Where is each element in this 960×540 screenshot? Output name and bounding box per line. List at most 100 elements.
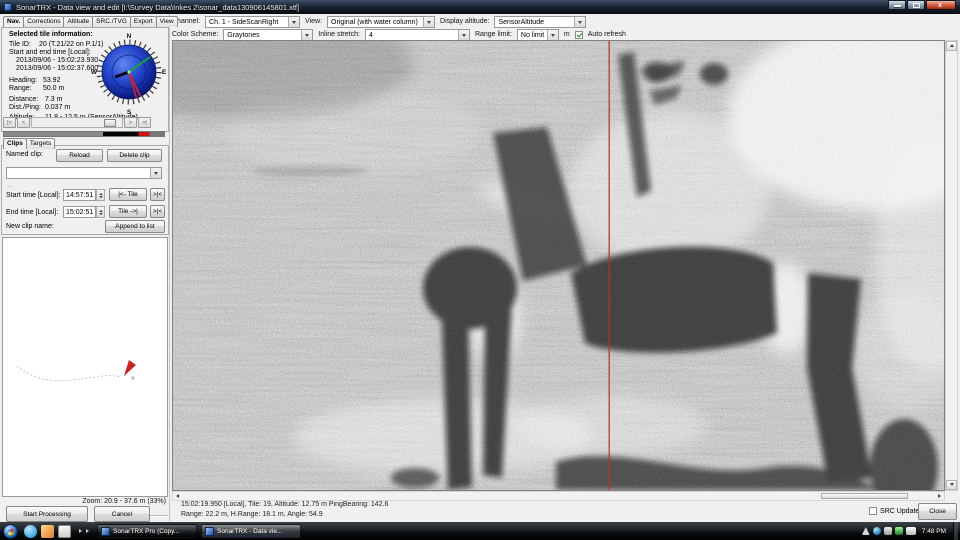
src-update-checkbox[interactable] bbox=[869, 507, 877, 515]
range-unit-label: m bbox=[564, 31, 570, 38]
inline-stretch-value: 4 bbox=[369, 32, 373, 39]
tile-scrollbar[interactable] bbox=[31, 117, 123, 128]
tab-export[interactable]: Export bbox=[130, 16, 157, 27]
track-map-preview[interactable] bbox=[2, 237, 168, 497]
view-select[interactable]: Original (with water column) bbox=[327, 16, 435, 28]
horizontal-scrollbar-thumb[interactable] bbox=[821, 493, 908, 499]
channel-value: Ch. 1 - SideScanRight bbox=[209, 19, 278, 26]
tab-clips[interactable]: Clips bbox=[3, 138, 27, 149]
tile-id-label: Tile ID: bbox=[9, 41, 37, 49]
view-value: Original (with water column) bbox=[331, 19, 418, 26]
quicklaunch-icon-1[interactable] bbox=[24, 525, 37, 538]
start-button[interactable] bbox=[3, 524, 18, 539]
tray-icon-3[interactable] bbox=[895, 527, 903, 535]
reload-button[interactable]: Reload bbox=[56, 149, 103, 162]
clip-ellipsis: ... bbox=[7, 182, 13, 189]
time-end-value: 2013/09/06 - 15:02:37.600 bbox=[16, 65, 98, 73]
chevron-down-icon[interactable] bbox=[574, 17, 585, 27]
tile-scrollbar-thumb[interactable] bbox=[104, 119, 116, 127]
tile-prev-button[interactable]: < bbox=[17, 117, 30, 128]
tile-first-button[interactable]: |< bbox=[3, 117, 16, 128]
named-clip-label: Named clip: bbox=[6, 151, 56, 158]
taskbar-clock[interactable]: 7:48 PM bbox=[922, 528, 946, 535]
quicklaunch-overflow-icon[interactable] bbox=[77, 529, 91, 533]
start-snap-button[interactable]: >|< bbox=[150, 188, 165, 201]
range-limit-value: No limit bbox=[521, 32, 544, 39]
tile-next-button[interactable]: > bbox=[124, 117, 137, 128]
color-scheme-select[interactable]: Graytones bbox=[223, 29, 313, 41]
time-start-value: 2013/09/06 - 15:02:23.930 bbox=[16, 57, 98, 65]
minimize-button[interactable] bbox=[888, 0, 906, 10]
close-window-button[interactable]: x bbox=[926, 0, 956, 10]
end-time-spinner[interactable] bbox=[96, 206, 105, 218]
display-altitude-label: Display altitude: bbox=[440, 18, 489, 25]
sonartrx-app-icon bbox=[205, 527, 214, 536]
app-icon bbox=[4, 3, 12, 11]
clips-box: Named clip: Reload Delete clip ... Start… bbox=[1, 145, 169, 235]
scroll-up-button[interactable] bbox=[946, 41, 957, 51]
selected-tile-heading: Selected tile information: bbox=[9, 31, 93, 39]
system-tray: 7:48 PM bbox=[862, 522, 960, 540]
tab-nav[interactable]: Nav. bbox=[3, 16, 24, 27]
distance-value: 7.3 m bbox=[45, 96, 63, 103]
end-tile-button[interactable]: Tile ->| bbox=[109, 205, 147, 218]
view-toolbar: Channel: Ch. 1 - SideScanRight View: Ori… bbox=[172, 15, 958, 40]
start-time-spinner[interactable] bbox=[96, 189, 105, 201]
dist-ping-value: 0.037 m bbox=[45, 104, 70, 111]
auto-refresh-label: Auto refresh bbox=[588, 31, 626, 38]
taskbar-window-sonartrx-dataview[interactable]: SonarTRX - Data vie... bbox=[201, 524, 301, 538]
scroll-down-button[interactable] bbox=[946, 480, 957, 490]
tray-hidden-icons-chevron[interactable] bbox=[862, 527, 870, 535]
tray-volume-icon[interactable] bbox=[906, 527, 916, 535]
chevron-down-icon[interactable] bbox=[423, 17, 434, 27]
named-clip-select[interactable] bbox=[6, 167, 162, 179]
range-limit-select[interactable]: No limit bbox=[517, 29, 559, 41]
end-snap-button[interactable]: >|< bbox=[150, 205, 165, 218]
start-time-field[interactable]: 14:57:51 bbox=[63, 189, 96, 201]
inline-stretch-select[interactable]: 4 bbox=[365, 29, 470, 41]
time-range-label: Start and end time [Local]: bbox=[9, 49, 91, 57]
quicklaunch-icon-2[interactable] bbox=[41, 525, 54, 538]
auto-refresh-checkbox[interactable] bbox=[575, 31, 583, 39]
scroll-right-button[interactable] bbox=[935, 492, 944, 500]
tab-altitude[interactable]: Altitude bbox=[63, 16, 93, 27]
quicklaunch-icon-3[interactable] bbox=[58, 525, 71, 538]
position-cross-icon bbox=[131, 376, 135, 380]
end-time-field[interactable]: 15:02:51 bbox=[63, 206, 96, 218]
sonar-horizontal-scrollbar[interactable] bbox=[172, 491, 945, 501]
tray-icon-1[interactable] bbox=[873, 527, 881, 535]
tab-view[interactable]: View bbox=[156, 16, 178, 27]
delete-clip-button[interactable]: Delete clip bbox=[107, 149, 162, 162]
taskbar-window-2-label: SonarTRX - Data vie... bbox=[217, 528, 282, 535]
chevron-down-icon[interactable] bbox=[150, 168, 161, 178]
channel-select[interactable]: Ch. 1 - SideScanRight bbox=[205, 16, 300, 28]
scroll-left-button[interactable] bbox=[173, 492, 182, 500]
taskbar-window-sonartrx-pro[interactable]: SonarTRX Pro (Copy... bbox=[97, 524, 197, 538]
show-desktop-button[interactable] bbox=[953, 522, 958, 540]
tray-icon-2[interactable] bbox=[884, 527, 892, 535]
range-value: 50.0 m bbox=[43, 85, 64, 92]
spin-down-icon bbox=[99, 196, 103, 200]
chevron-down-icon[interactable] bbox=[458, 30, 469, 40]
tab-corrections[interactable]: Corrections bbox=[23, 16, 64, 27]
sonartrx-app-icon bbox=[101, 527, 110, 536]
titlebar: SonarTRX - Data view and edit [I:\Survey… bbox=[0, 0, 960, 14]
start-processing-button[interactable]: Start Processing bbox=[6, 506, 88, 522]
start-tile-button[interactable]: |<- Tile bbox=[109, 188, 147, 201]
chevron-down-icon[interactable] bbox=[301, 30, 312, 40]
tab-src-tvg[interactable]: SRC./TVG bbox=[92, 16, 131, 27]
chevron-down-icon[interactable] bbox=[547, 30, 558, 40]
tab-targets[interactable]: Targets bbox=[26, 138, 55, 149]
tile-last-button[interactable]: >| bbox=[138, 117, 151, 128]
chevron-down-icon[interactable] bbox=[288, 17, 299, 27]
sonar-image-view[interactable] bbox=[172, 40, 945, 491]
nav-panel: Nav. Corrections Altitude SRC./TVG Expor… bbox=[0, 14, 170, 522]
append-to-list-button[interactable]: Append to list bbox=[105, 220, 165, 233]
heading-value: 53.92 bbox=[43, 77, 61, 84]
maximize-button[interactable] bbox=[907, 0, 925, 10]
cancel-button[interactable]: Cancel bbox=[94, 506, 150, 522]
sonar-vertical-scrollbar[interactable] bbox=[945, 40, 958, 491]
display-altitude-select[interactable]: SensorAltitude bbox=[494, 16, 586, 28]
minimize-icon bbox=[894, 5, 901, 7]
close-button[interactable]: Close bbox=[918, 503, 957, 520]
